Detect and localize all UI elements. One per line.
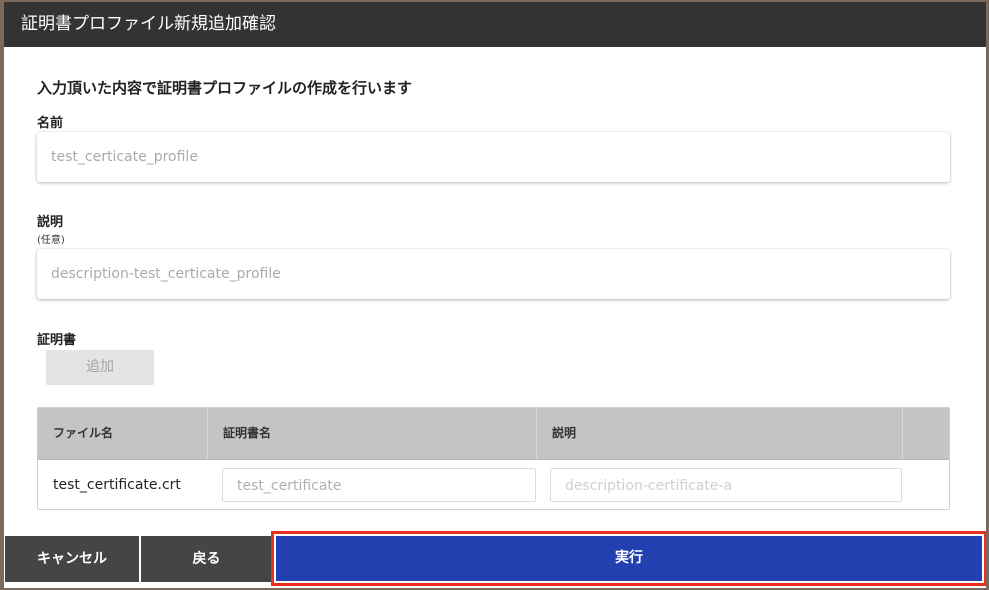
row-certificate-name-input[interactable]: test_certificate bbox=[222, 468, 536, 502]
cancel-button[interactable]: キャンセル bbox=[5, 536, 139, 582]
description-label: 説明 bbox=[37, 215, 64, 230]
add-certificate-button[interactable]: 追加 bbox=[46, 350, 154, 385]
row-file-name: test_certificate.crt bbox=[53, 477, 181, 493]
table-header: ファイル名 証明書名 説明 bbox=[38, 408, 949, 460]
certificate-table: ファイル名 証明書名 説明 test_certificate.crt test_… bbox=[37, 407, 950, 510]
header-description: 説明 bbox=[537, 408, 903, 459]
header-file-name: ファイル名 bbox=[38, 408, 208, 459]
name-label: 名前 bbox=[37, 116, 64, 131]
header-actions bbox=[903, 408, 949, 459]
execute-button[interactable]: 実行 bbox=[276, 536, 982, 581]
description-optional-note: (任意) bbox=[37, 235, 65, 246]
back-button[interactable]: 戻る bbox=[141, 536, 272, 582]
row-description-input[interactable]: description-certificate-a bbox=[550, 468, 902, 502]
name-input[interactable]: test_certicate_profile bbox=[37, 132, 950, 182]
certificate-label: 証明書 bbox=[37, 333, 77, 348]
dialog-title: 証明書プロファイル新規追加確認 bbox=[4, 2, 986, 47]
intro-text: 入力頂いた内容で証明書プロファイルの作成を行います bbox=[37, 79, 413, 97]
description-input[interactable]: description-test_certicate_profile bbox=[37, 249, 950, 299]
confirm-dialog: 証明書プロファイル新規追加確認 入力頂いた内容で証明書プロファイルの作成を行いま… bbox=[4, 2, 986, 588]
header-certificate-name: 証明書名 bbox=[208, 408, 537, 459]
